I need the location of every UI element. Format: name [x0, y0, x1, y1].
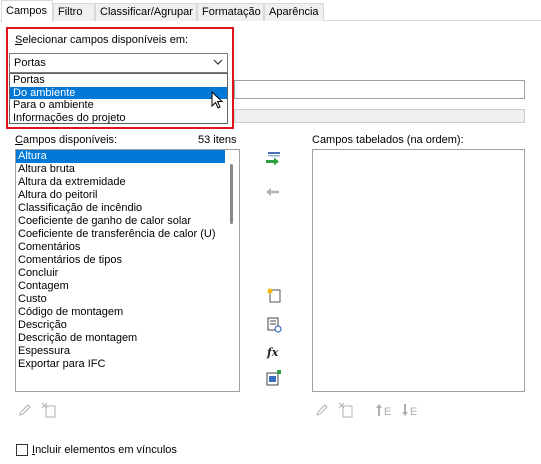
pencil-icon	[315, 403, 329, 420]
function-fx-icon: fx	[266, 345, 282, 362]
label-text: ampos disponíveis:	[22, 134, 118, 146]
pencil-icon	[18, 403, 32, 420]
svg-text:fx: fx	[266, 346, 279, 359]
combine-parameters-button[interactable]	[265, 369, 283, 389]
access-key: C	[15, 134, 23, 146]
tab-formatacao[interactable]: Formatação	[197, 3, 264, 21]
tab-label: Aparência	[269, 6, 319, 18]
tab-campos[interactable]: Campos	[1, 0, 53, 22]
include-links-checkbox[interactable]	[16, 444, 28, 456]
category-select-value: Portas	[14, 57, 46, 69]
list-item[interactable]: Custo	[16, 293, 239, 306]
category-option[interactable]: Informações do projeto	[10, 112, 227, 125]
delete-document-icon	[338, 402, 354, 421]
search-field[interactable]	[234, 80, 525, 99]
scheduled-fields-label: Campos tabelados (na ordem):	[312, 134, 464, 146]
tab-filtro[interactable]: Filtro	[53, 3, 95, 21]
remove-parameter-button[interactable]	[264, 184, 282, 202]
category-select[interactable]: Portas	[9, 53, 228, 73]
list-item[interactable]: Exportar para IFC	[16, 358, 239, 371]
available-count: 53 itens	[198, 134, 237, 146]
list-item[interactable]: Contagem	[16, 280, 239, 293]
combine-parameters-icon	[266, 369, 282, 389]
list-item[interactable]: Altura	[16, 150, 225, 163]
chevron-down-icon	[213, 54, 223, 72]
list-item[interactable]: Comentários	[16, 241, 239, 254]
calculated-value-button[interactable]: fx	[265, 344, 283, 362]
label-text: elecionar campos disponíveis em:	[22, 34, 189, 46]
list-item[interactable]: Descrição	[16, 319, 239, 332]
list-item[interactable]: Altura da extremidade	[16, 176, 239, 189]
new-parameter-button[interactable]	[265, 287, 283, 305]
label-text: ncluir elementos em vínculos	[35, 444, 177, 456]
category-option[interactable]: Portas	[10, 74, 227, 87]
tab-label: Campos	[6, 5, 47, 17]
move-down-icon: E	[401, 403, 419, 420]
tab-aparencia[interactable]: Aparência	[264, 3, 324, 21]
edit-parameter-button[interactable]	[265, 317, 283, 335]
description-field	[234, 109, 525, 123]
delete-document-icon	[41, 402, 57, 421]
include-links-label[interactable]: Incluir elementos em vínculos	[32, 444, 177, 456]
category-option[interactable]: Para o ambiente	[10, 99, 227, 112]
svg-text:E: E	[384, 406, 391, 417]
new-document-icon	[266, 287, 282, 306]
delete-field-button[interactable]	[40, 402, 58, 420]
list-item[interactable]: Descrição de montagem	[16, 332, 239, 345]
list-item[interactable]: Comentários de tipos	[16, 254, 239, 267]
add-parameter-button[interactable]	[264, 151, 282, 169]
edit-scheduled-field-button[interactable]	[313, 402, 331, 420]
left-arrow-icon	[265, 187, 281, 200]
list-item[interactable]: Concluir	[16, 267, 239, 280]
list-item[interactable]: Espessura	[16, 345, 239, 358]
list-item[interactable]: Altura do peitoril	[16, 189, 239, 202]
tab-label: Filtro	[58, 6, 83, 18]
scrollbar[interactable]	[225, 150, 239, 391]
scheduled-fields-list[interactable]	[312, 149, 525, 392]
list-item[interactable]: Classificação de incêndio	[16, 202, 239, 215]
available-fields-list[interactable]: Altura Altura bruta Altura da extremidad…	[15, 149, 240, 392]
parameter-document-icon	[266, 317, 282, 336]
delete-scheduled-field-button[interactable]	[337, 402, 355, 420]
select-fields-label: Selecionar campos disponíveis em:	[15, 34, 188, 46]
tab-bar: Campos Filtro Classificar/Agrupar Format…	[0, 0, 541, 22]
list-item[interactable]: Coeficiente de transferência de calor (U…	[16, 228, 239, 241]
move-up-button[interactable]: E	[375, 402, 393, 420]
tab-label: Formatação	[202, 6, 261, 18]
add-arrow-icon	[264, 151, 282, 170]
list-item[interactable]: Código de montagem	[16, 306, 239, 319]
category-option[interactable]: Do ambiente	[10, 86, 227, 99]
scrollbar-thumb[interactable]	[230, 164, 233, 224]
tab-classificar-agrupar[interactable]: Classificar/Agrupar	[95, 3, 197, 21]
category-options-list: Portas Do ambiente Para o ambiente Infor…	[9, 73, 228, 124]
move-up-icon: E	[375, 403, 393, 420]
mouse-cursor-icon	[211, 90, 224, 112]
edit-field-button[interactable]	[16, 402, 34, 420]
tab-label: Classificar/Agrupar	[100, 6, 193, 18]
list-item[interactable]: Altura bruta	[16, 163, 239, 176]
fields-panel: Selecionar campos disponíveis em: Portas…	[0, 21, 541, 464]
available-fields-label: Campos disponíveis:	[15, 134, 117, 146]
svg-text:E: E	[410, 406, 417, 417]
list-item[interactable]: Coeficiente de ganho de calor solar	[16, 215, 239, 228]
move-down-button[interactable]: E	[401, 402, 419, 420]
